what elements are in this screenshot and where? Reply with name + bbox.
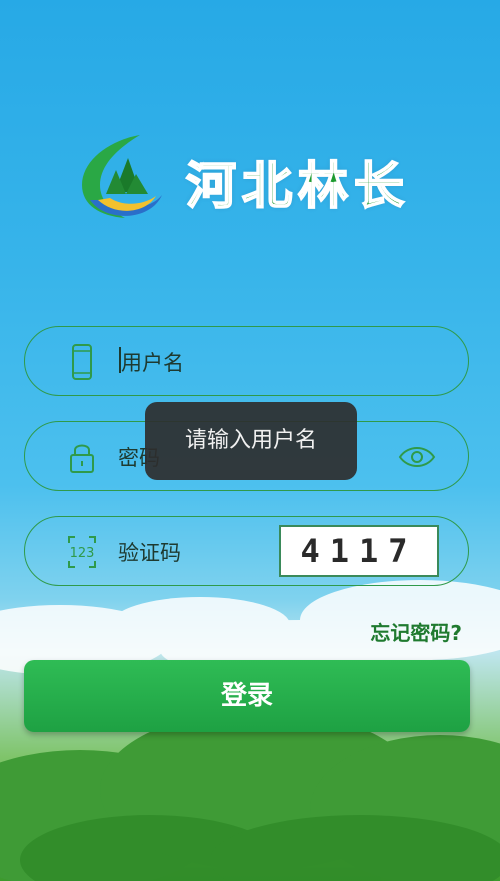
username-field[interactable]: 用户名 — [24, 326, 469, 396]
forgot-password-link[interactable]: 忘记密码? — [370, 617, 462, 646]
toast-message: 请输入用户名 — [145, 402, 357, 480]
brand-title: 河北林长 — [185, 156, 410, 216]
username-placeholder: 用户名 — [121, 351, 184, 375]
eye-icon[interactable] — [398, 442, 436, 472]
lock-icon — [70, 444, 94, 473]
number-123-icon: 123 — [68, 536, 96, 568]
login-button[interactable]: 登录 — [24, 660, 470, 732]
svg-text:123: 123 — [70, 546, 95, 561]
captcha-image[interactable]: 4117 — [279, 525, 439, 577]
forest-logo-icon — [82, 135, 162, 218]
captcha-label: 验证码 — [118, 541, 181, 565]
phone-icon — [72, 344, 92, 380]
